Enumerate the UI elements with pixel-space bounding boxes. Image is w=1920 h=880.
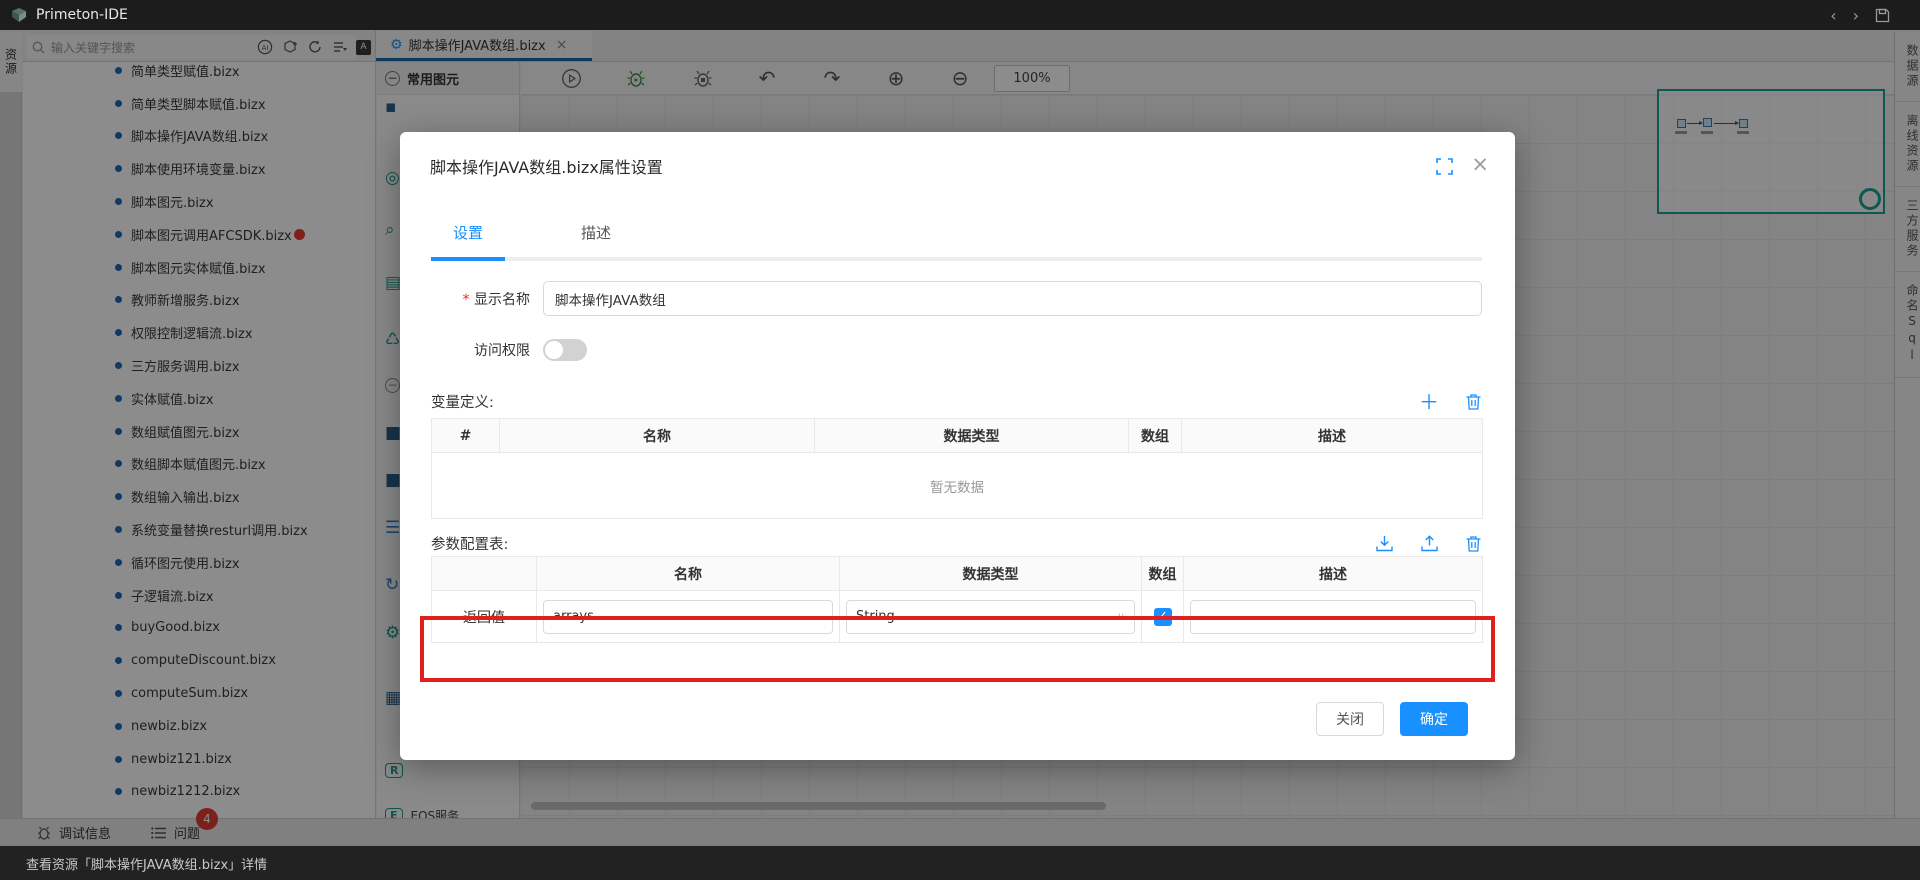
app-logo-icon [10, 6, 28, 24]
display-name-row: 显示名称 [431, 281, 1482, 316]
delete-variable-icon[interactable] [1465, 393, 1482, 411]
save-icon[interactable] [1875, 8, 1890, 23]
array-checkbox[interactable]: ✓ [1154, 608, 1172, 626]
dialog-title: 脚本操作JAVA数组.bizx属性设置 [430, 158, 663, 177]
column-header: # [432, 419, 500, 453]
variables-table-header-row: #名称数据类型数组描述 [432, 419, 1483, 453]
empty-data-text: 暂无数据 [432, 453, 1483, 519]
params-actions [1375, 534, 1482, 553]
column-header: 名称 [537, 557, 840, 591]
dialog-tab[interactable]: 描述 [559, 222, 633, 257]
column-header: 名称 [500, 419, 815, 453]
param-type-value: String [856, 609, 895, 624]
back-icon[interactable]: ‹ [1830, 6, 1836, 25]
dialog-tabs: 设置 描述 [431, 222, 1482, 261]
variables-label: 变量定义: [431, 391, 494, 412]
column-header: 数据类型 [815, 419, 1129, 453]
chevron-down-icon: ∨ [1117, 610, 1125, 623]
return-value-row: 返回值 String ∨ ✓ [432, 591, 1483, 643]
display-name-label: 显示名称 [431, 289, 543, 309]
params-section-header: 参数配置表: [431, 533, 1482, 554]
variables-section-header: 变量定义: ＋ [431, 391, 1482, 412]
dialog-tab[interactable]: 设置 [431, 222, 505, 257]
titlebar-controls: ‹ › [1830, 0, 1890, 30]
display-name-input[interactable] [543, 281, 1482, 316]
close-button[interactable]: 关闭 [1316, 702, 1384, 736]
access-toggle[interactable] [543, 339, 587, 361]
column-header: 描述 [1182, 419, 1483, 453]
variables-table: #名称数据类型数组描述 暂无数据 [431, 418, 1483, 519]
title-bar: Primeton-IDE ‹ › [0, 0, 1920, 30]
dialog-footer: 关闭 确定 [1316, 702, 1468, 736]
params-table-header-row: 名称数据类型数组描述 [432, 557, 1483, 591]
param-kind-cell: 返回值 [432, 591, 537, 643]
primeton-ide-app: 输入关键字搜索 AI A ⚙ 脚本操作JAVA数组.bizx × 资源 简单类型… [0, 0, 1920, 880]
export-params-icon[interactable] [1420, 534, 1439, 553]
variables-actions: ＋ [1419, 392, 1482, 412]
access-label: 访问权限 [431, 340, 543, 360]
column-header: 数据类型 [840, 557, 1142, 591]
add-variable-icon[interactable]: ＋ [1419, 392, 1439, 412]
forward-icon[interactable]: › [1853, 6, 1859, 25]
toggle-knob [545, 341, 563, 359]
column-header [432, 557, 537, 591]
column-header: 描述 [1184, 557, 1483, 591]
close-icon[interactable]: × [1471, 154, 1489, 175]
dialog-header: 脚本操作JAVA数组.bizx属性设置 × [400, 132, 1515, 188]
delete-params-icon[interactable] [1465, 535, 1482, 553]
properties-dialog: 脚本操作JAVA数组.bizx属性设置 × 设置 描述 显示名称 访问权限 变量… [400, 132, 1515, 760]
fullscreen-icon[interactable] [1436, 158, 1453, 175]
params-label: 参数配置表: [431, 533, 508, 554]
column-header: 数组 [1142, 557, 1184, 591]
status-text: 查看资源「脚本操作JAVA数组.bizx」详情 [26, 854, 267, 873]
column-header: 数组 [1129, 419, 1182, 453]
param-type-select[interactable]: String ∨ [846, 600, 1135, 634]
access-row: 访问权限 [431, 339, 1482, 361]
status-bar: 查看资源「脚本操作JAVA数组.bizx」详情 [0, 846, 1920, 880]
params-table: 名称数据类型数组描述 返回值 String ∨ ✓ [431, 556, 1483, 643]
param-description-input[interactable] [1190, 600, 1476, 634]
param-name-input[interactable] [543, 600, 833, 634]
ok-button[interactable]: 确定 [1400, 702, 1468, 736]
import-params-icon[interactable] [1375, 534, 1394, 553]
app-title: Primeton-IDE [36, 7, 128, 23]
